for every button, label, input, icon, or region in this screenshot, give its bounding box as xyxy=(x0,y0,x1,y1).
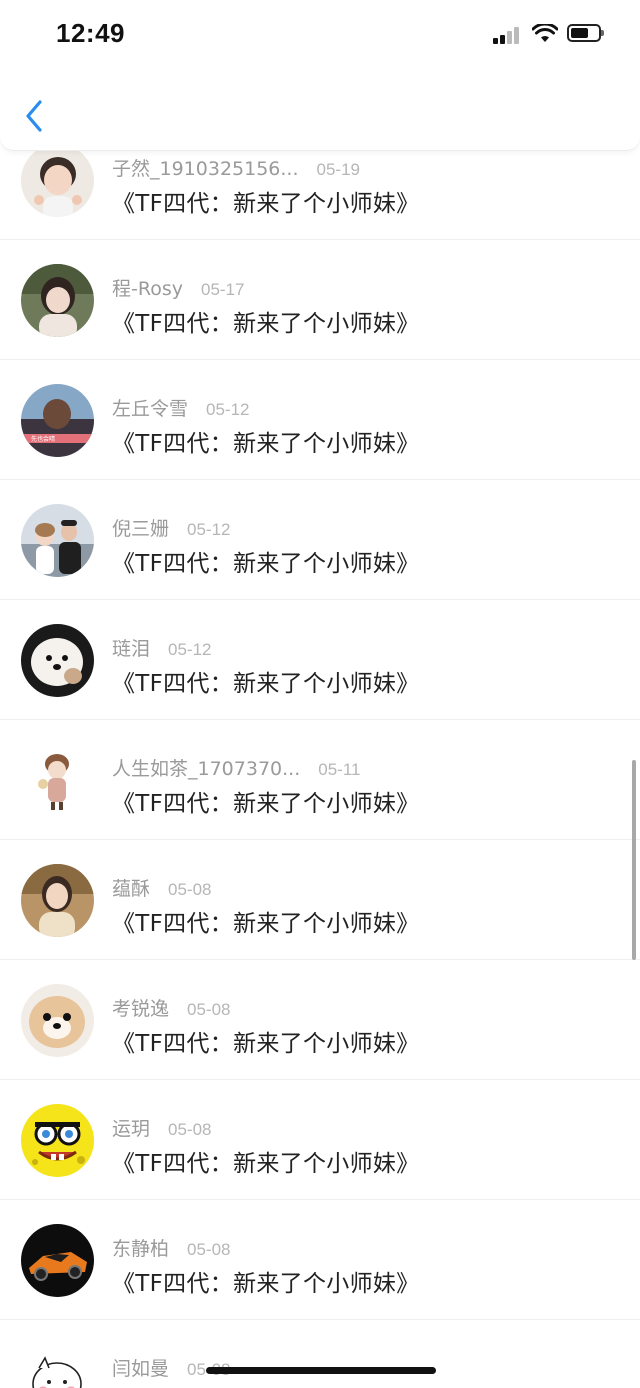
comment-text: 《TF四代：新来了个小师妹》 xyxy=(112,311,420,337)
comment-meta: 人生如茶_1707370... 05-11 xyxy=(112,754,360,781)
comment-meta: 琏泪 05-12 xyxy=(112,634,212,661)
comment-meta: 子然_1910325156... 05-19 xyxy=(112,154,360,181)
comment-date: 05-17 xyxy=(200,280,245,299)
avatar[interactable] xyxy=(21,1104,94,1177)
username[interactable]: 琏泪 xyxy=(112,638,150,660)
username[interactable]: 左丘令雪 xyxy=(112,398,188,420)
avatar[interactable] xyxy=(21,1224,94,1297)
comment-text: 《TF四代：新来了个小师妹》 xyxy=(112,911,420,937)
comment-date: 05-11 xyxy=(318,760,361,779)
comment-date: 05-08 xyxy=(187,1240,231,1259)
comment-date: 05-08 xyxy=(168,1120,212,1139)
username[interactable]: 子然_1910325156... xyxy=(112,158,299,180)
comment-item[interactable]: 闫如曼05-08《TF四代：新来了个小师妹》 xyxy=(0,1320,640,1388)
svg-text:先也会晴: 先也会晴 xyxy=(31,435,55,443)
comment-item[interactable]: 先也会晴 左丘令雪 05-12 《TF四代：新来了个小师妹》 xyxy=(0,360,640,480)
back-button[interactable] xyxy=(20,96,50,136)
comment-item[interactable]: 运玥 05-08 《TF四代：新来了个小师妹》 xyxy=(0,1080,640,1200)
battery-icon xyxy=(567,24,604,42)
comment-meta: 运玥 05-08 xyxy=(112,1114,212,1141)
username[interactable]: 蕴酥 xyxy=(112,878,150,900)
comment-text: 《TF四代：新来了个小师妹》 xyxy=(112,431,420,457)
comment-text: 《TF四代：新来了个小师妹》 xyxy=(112,1384,419,1388)
comment-item[interactable]: 程-Rosy 05-17 《TF四代：新来了个小师妹》 xyxy=(0,240,640,360)
comment-item[interactable]: 考锐逸 05-08 《TF四代：新来了个小师妹》 xyxy=(0,960,640,1080)
username[interactable]: 倪三姗 xyxy=(112,518,169,540)
avatar[interactable] xyxy=(21,744,94,817)
avatar[interactable] xyxy=(21,984,94,1057)
comment-list[interactable]: 子然_1910325156... 05-19 《TF四代：新来了个小师妹》 程-Ros… xyxy=(0,150,640,1388)
comment-item[interactable]: 倪三姗 05-12 《TF四代：新来了个小师妹》 xyxy=(0,480,640,600)
username[interactable]: 东静柏 xyxy=(112,1238,169,1260)
comment-item[interactable]: 人生如茶_1707370... 05-11 《TF四代：新来了个小师妹》 xyxy=(0,720,640,840)
wifi-icon xyxy=(531,22,559,44)
avatar[interactable] xyxy=(21,624,94,697)
comment-date: 05-12 xyxy=(187,520,231,539)
cellular-signal-icon xyxy=(493,26,523,44)
avatar[interactable]: 先也会晴 xyxy=(21,384,94,457)
comment-date: 05-08 xyxy=(187,1000,231,1019)
comment-date: 05-12 xyxy=(206,400,250,419)
comment-date: 05-19 xyxy=(316,160,360,179)
comment-text: 《TF四代：新来了个小师妹》 xyxy=(112,1151,420,1177)
home-indicator[interactable] xyxy=(206,1367,436,1374)
comment-meta: 程-Rosy 05-17 xyxy=(112,274,244,301)
username[interactable]: 闫如曼 xyxy=(112,1358,169,1380)
status-time: 12:49 xyxy=(56,18,125,48)
comment-text: 《TF四代：新来了个小师妹》 xyxy=(112,551,420,577)
avatar[interactable] xyxy=(21,864,94,937)
comment-text: 《TF四代：新来了个小师妹》 xyxy=(112,1271,420,1297)
comment-item[interactable]: 子然_1910325156... 05-19 《TF四代：新来了个小师妹》 xyxy=(0,150,640,240)
scrollbar[interactable] xyxy=(632,760,636,960)
top-bar: 12:49 xyxy=(0,0,640,151)
comment-text: 《TF四代：新来了个小师妹》 xyxy=(112,791,420,817)
comment-text: 《TF四代：新来了个小师妹》 xyxy=(112,1031,420,1057)
avatar[interactable] xyxy=(21,264,94,337)
status-bar: 12:49 xyxy=(0,0,640,70)
avatar[interactable] xyxy=(21,1344,94,1388)
comment-date: 05-08 xyxy=(168,880,212,899)
comment-meta: 蕴酥 05-08 xyxy=(112,874,212,901)
comment-meta: 东静柏 05-08 xyxy=(112,1234,231,1261)
comment-text: 《TF四代：新来了个小师妹》 xyxy=(112,191,420,217)
comment-item[interactable]: 东静柏 05-08 《TF四代：新来了个小师妹》 xyxy=(0,1200,640,1320)
avatar[interactable] xyxy=(21,504,94,577)
comment-meta: 左丘令雪 05-12 xyxy=(112,394,250,421)
username[interactable]: 考锐逸 xyxy=(112,998,169,1020)
username[interactable]: 程-Rosy xyxy=(112,278,183,300)
username[interactable]: 人生如茶_1707370... xyxy=(112,758,300,780)
comment-text: 《TF四代：新来了个小师妹》 xyxy=(112,671,420,697)
chevron-left-icon xyxy=(26,100,42,132)
avatar[interactable] xyxy=(21,150,94,217)
comment-meta: 倪三姗 05-12 xyxy=(112,514,231,541)
username[interactable]: 运玥 xyxy=(112,1118,150,1140)
comment-item[interactable]: 琏泪 05-12 《TF四代：新来了个小师妹》 xyxy=(0,600,640,720)
comment-meta: 考锐逸 05-08 xyxy=(112,994,231,1021)
comment-item[interactable]: 蕴酥 05-08 《TF四代：新来了个小师妹》 xyxy=(0,840,640,960)
comment-date: 05-12 xyxy=(168,640,212,659)
